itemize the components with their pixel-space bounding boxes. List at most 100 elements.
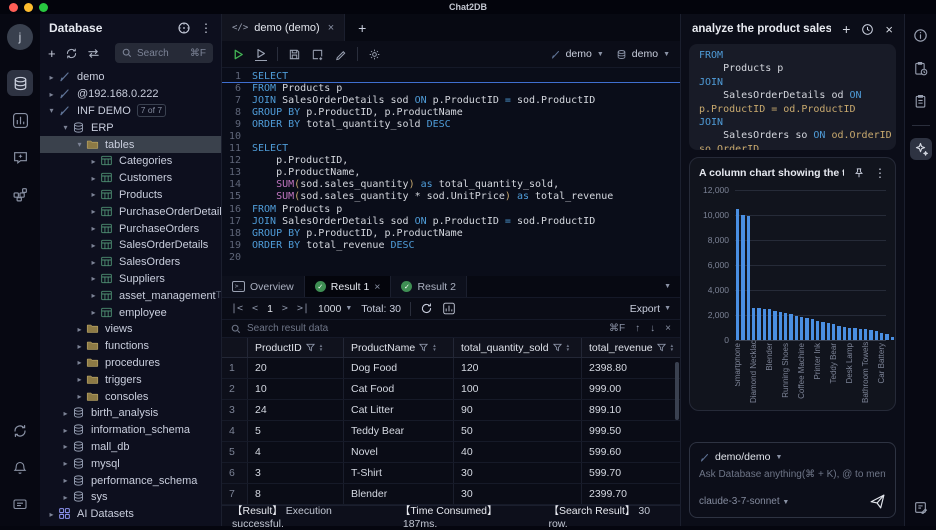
table-cell[interactable]: 3	[248, 463, 344, 483]
editor-line[interactable]: 10	[222, 131, 680, 143]
tree-item[interactable]: ▸performance_schema	[40, 472, 221, 489]
editor-line[interactable]: 7JOIN SalesOrderDetails sod ON p.Product…	[222, 95, 680, 107]
chat-history-icon[interactable]	[861, 23, 874, 36]
database-nav-button[interactable]	[7, 70, 33, 96]
filter-icon[interactable]	[657, 343, 666, 352]
next-page-button[interactable]: >	[282, 303, 288, 314]
table-cell[interactable]: 899.10	[582, 400, 680, 420]
run-selected-button[interactable]	[255, 48, 267, 61]
table-cell[interactable]: 30	[454, 484, 582, 504]
tree-item[interactable]: ▸PurchaseOrderDetails	[40, 203, 221, 220]
sort-icon[interactable]: ▲▼	[432, 344, 436, 352]
chevron-right-icon[interactable]: ▸	[46, 90, 57, 99]
table-cell[interactable]: Novel	[344, 442, 454, 462]
table-cell[interactable]: 999.00	[582, 379, 680, 399]
editor-line[interactable]: 8GROUP BY p.ProductID, p.ProductName	[222, 107, 680, 119]
column-header[interactable]: ProductName▲▼	[344, 338, 454, 357]
execution-history-button[interactable]	[910, 57, 932, 79]
tree-item[interactable]: ▸Customers	[40, 170, 221, 187]
table-cell[interactable]: 599.60	[582, 442, 680, 462]
chevron-right-icon[interactable]: ▸	[88, 190, 99, 199]
editor-line[interactable]: 12 p.ProductID,	[222, 155, 680, 167]
chevron-right-icon[interactable]: ▸	[88, 274, 99, 283]
add-connection-button[interactable]: +	[48, 46, 56, 61]
chevron-right-icon[interactable]: ▸	[60, 426, 71, 435]
model-selector[interactable]: claude-3-7-sonnet ▼	[699, 496, 789, 507]
chevron-right-icon[interactable]: ▸	[74, 358, 85, 367]
tree-item[interactable]: ▸demo	[40, 69, 221, 86]
connection-manage-icon[interactable]	[177, 21, 191, 35]
chevron-right-icon[interactable]: ▸	[88, 207, 99, 216]
chevron-right-icon[interactable]: ▸	[88, 224, 99, 233]
filter-icon[interactable]	[553, 343, 562, 352]
close-tab-icon[interactable]: ×	[328, 22, 334, 34]
search-close-icon[interactable]: ×	[665, 323, 671, 334]
tree-item[interactable]: ▸Categories	[40, 153, 221, 170]
table-cell[interactable]: 5	[248, 421, 344, 441]
dashboard-nav-button[interactable]	[7, 107, 33, 133]
prev-page-button[interactable]: <	[252, 303, 258, 314]
filter-icon[interactable]	[419, 343, 428, 352]
pin-icon[interactable]	[853, 167, 865, 179]
page-size-selector[interactable]: 1000 ▼	[318, 303, 352, 315]
editor-line[interactable]: 13 p.ProductName,	[222, 167, 680, 179]
tree-item[interactable]: ▸birth_analysis	[40, 405, 221, 422]
table-cell[interactable]: 2399.70	[582, 484, 680, 504]
table-cell[interactable]: 10	[248, 379, 344, 399]
editor-line[interactable]: 1SELECT	[222, 71, 680, 83]
chevron-right-icon[interactable]: ▸	[88, 258, 99, 267]
tree-item[interactable]: ▸asset_managementTab	[40, 287, 221, 304]
column-header[interactable]: total_revenue▲▼	[582, 338, 680, 357]
result-tabs-menu-button[interactable]: ▼	[655, 276, 680, 297]
table-cell[interactable]: 599.70	[582, 463, 680, 483]
table-cell[interactable]: 24	[248, 400, 344, 420]
new-tab-button[interactable]: +	[345, 14, 379, 41]
table-cell[interactable]: 8	[248, 484, 344, 504]
format-sql-button[interactable]	[334, 48, 347, 61]
table-scrollbar[interactable]	[675, 362, 679, 420]
search-next-icon[interactable]: ↓	[650, 323, 655, 334]
chevron-right-icon[interactable]: ▸	[46, 73, 57, 82]
chevron-right-icon[interactable]: ▸	[74, 392, 85, 401]
tab-result-1[interactable]: ✓ Result 1 ×	[305, 276, 392, 297]
chevron-right-icon[interactable]: ▸	[88, 241, 99, 250]
editor-line[interactable]: 14 SUM(sod.sales_quantity) as total_quan…	[222, 179, 680, 191]
refresh-results-icon[interactable]	[420, 302, 433, 315]
tree-item[interactable]: ▾tables	[40, 136, 221, 153]
open-chart-icon[interactable]	[442, 302, 456, 315]
table-cell[interactable]: 120	[454, 358, 582, 378]
tree-item[interactable]: ▸sys	[40, 489, 221, 506]
chevron-right-icon[interactable]: ▸	[60, 442, 71, 451]
sort-icon[interactable]: ▲▼	[670, 344, 674, 352]
ai-chat-nav-button[interactable]	[7, 144, 33, 170]
feedback-button[interactable]	[7, 492, 33, 518]
table-cell[interactable]: 4	[248, 442, 344, 462]
chevron-right-icon[interactable]: ▸	[74, 375, 85, 384]
table-cell[interactable]: 50	[454, 421, 582, 441]
info-button[interactable]	[910, 24, 932, 46]
table-cell[interactable]: Dog Food	[344, 358, 454, 378]
tree-item[interactable]: ▸views	[40, 321, 221, 338]
chevron-right-icon[interactable]: ▸	[88, 308, 99, 317]
table-cell[interactable]: Teddy Bear	[344, 421, 454, 441]
chevron-right-icon[interactable]: ▸	[88, 174, 99, 183]
chart-more-icon[interactable]: ⋮	[874, 166, 886, 180]
tree-item[interactable]: ▸Suppliers	[40, 271, 221, 288]
chevron-right-icon[interactable]: ▸	[74, 342, 85, 351]
editor-line[interactable]: 20	[222, 252, 680, 264]
chevron-right-icon[interactable]: ▸	[88, 291, 99, 300]
chat-context-selector[interactable]: demo/demo ▼	[699, 451, 886, 463]
table-cell[interactable]: 100	[454, 379, 582, 399]
tree-item[interactable]: ▸information_schema	[40, 422, 221, 439]
sort-icon[interactable]: ▲▼	[566, 344, 570, 352]
saved-queries-button[interactable]	[910, 90, 932, 112]
result-search-bar[interactable]: Search result data ⌘F ↑ ↓ ×	[222, 320, 680, 338]
refresh-tree-icon[interactable]	[65, 47, 78, 60]
chat-input-box[interactable]: demo/demo ▼ Ask Database anything(⌘ + K)…	[689, 442, 896, 518]
tree-item[interactable]: ▸SalesOrderDetails	[40, 237, 221, 254]
column-header[interactable]: total_quantity_sold▲▼	[454, 338, 582, 357]
tree-item[interactable]: ▸mysql	[40, 455, 221, 472]
transfer-icon[interactable]	[87, 47, 100, 60]
table-cell[interactable]: Cat Litter	[344, 400, 454, 420]
search-prev-icon[interactable]: ↑	[635, 323, 640, 334]
